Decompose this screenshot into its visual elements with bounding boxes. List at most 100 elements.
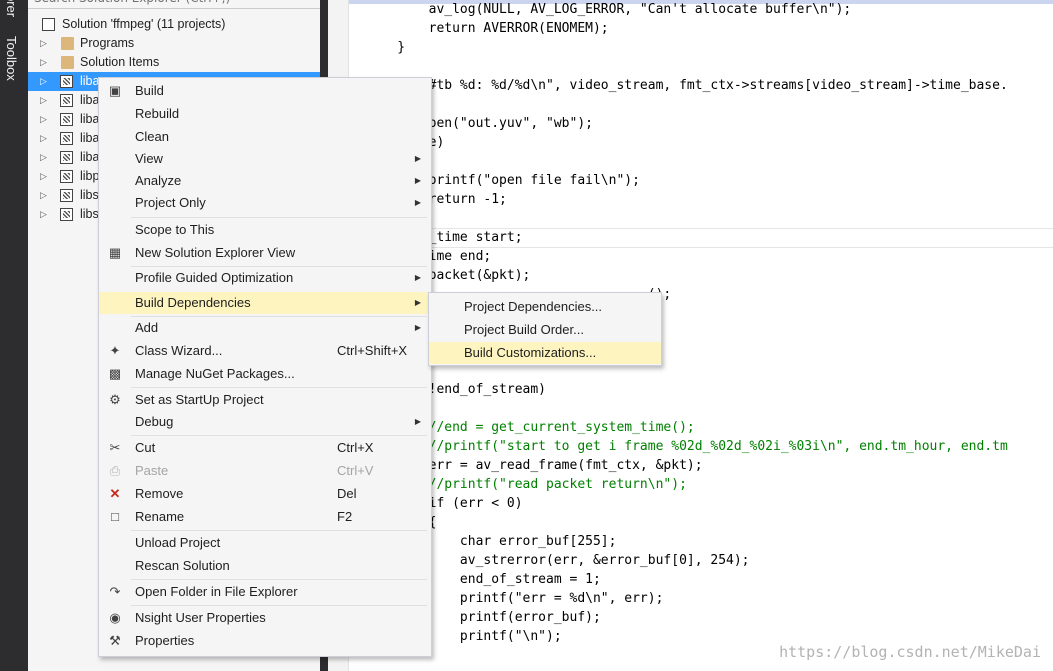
tree-item-label: libs	[80, 188, 99, 202]
menu-item-label: Rescan Solution	[135, 558, 230, 573]
code-line: return AVERROR(ENOMEM);	[366, 21, 609, 36]
project-icon	[60, 189, 73, 202]
submenu-arrow-icon: ▶	[414, 154, 421, 163]
tree-item-solution[interactable]: Solution 'ffmpeg' (11 projects)	[28, 15, 318, 34]
menu-item-label: Properties	[135, 633, 195, 648]
menu-item-set-as-startup-project[interactable]: ⚙ Set as StartUp Project	[99, 389, 431, 411]
menu-item-manage-nuget-packages[interactable]: ▩ Manage NuGet Packages...	[99, 363, 431, 385]
expand-arrow-icon[interactable]: ▷	[40, 91, 47, 110]
expand-arrow-icon[interactable]: ▷	[40, 72, 47, 91]
menu-item-label: Unload Project	[135, 535, 221, 550]
menu-item-rename[interactable]: □ Rename F2	[99, 506, 431, 528]
submenu-item-project-dependencies[interactable]: Project Dependencies...	[429, 296, 661, 318]
code-line: tf("#tb %d: %d/%d\n", video_stream, fmt_…	[366, 78, 1008, 93]
menu-item-rescan-solution[interactable]: Rescan Solution	[99, 555, 431, 577]
rename-icon: □	[111, 509, 119, 524]
tree-item-label: liba	[80, 93, 100, 107]
menu-item-analyze[interactable]: Analyze ▶	[99, 170, 431, 192]
left-tool-strip: orer Toolbox	[0, 0, 28, 671]
menu-item-label: Rename	[135, 509, 185, 524]
toolbox-tab[interactable]: Toolbox	[4, 36, 19, 81]
new-view-icon: ▦	[108, 245, 122, 260]
class-wizard-icon: ✦	[109, 343, 121, 358]
menu-separator	[131, 530, 427, 531]
menu-item-unload-project[interactable]: Unload Project	[99, 532, 431, 554]
expand-arrow-icon[interactable]: ▷	[40, 148, 47, 167]
expand-arrow-icon[interactable]: ▷	[40, 110, 47, 129]
menu-item-build[interactable]: ▣ Build	[99, 80, 431, 102]
menu-item-label: Build	[135, 83, 164, 98]
tree-item-label: liba	[80, 112, 100, 126]
menu-item-properties[interactable]: ⚒ Properties	[99, 630, 431, 652]
menu-item-shortcut: Ctrl+V	[337, 463, 374, 478]
menu-item-rebuild[interactable]: Rebuild	[99, 103, 431, 125]
menu-item-label: Project Only	[135, 195, 206, 210]
menu-item-debug[interactable]: Debug ▶	[99, 411, 431, 433]
build-icon: ▣	[108, 83, 122, 98]
menu-item-label: Analyze	[135, 173, 182, 188]
gear-icon: ⚙	[109, 392, 121, 407]
menu-item-label: Rebuild	[135, 106, 180, 121]
tree-item-programs[interactable]: ▷ Programs	[28, 34, 318, 53]
tree-item-label: liba	[80, 131, 100, 145]
menu-item-shortcut: F2	[337, 509, 353, 524]
project-icon	[60, 208, 73, 221]
menu-item-label: Set as StartUp Project	[135, 392, 264, 407]
menu-item-add[interactable]: Add ▶	[99, 317, 431, 339]
submenu-item-build-customizations[interactable]: Build Customizations...	[429, 342, 661, 364]
menu-item-paste: ⎙ Paste Ctrl+V	[99, 460, 431, 482]
menu-item-label: Add	[135, 320, 159, 335]
menu-item-remove[interactable]: ✕ Remove Del	[99, 483, 431, 505]
menu-item-open-folder-in-file-explorer[interactable]: ↷ Open Folder in File Explorer	[99, 581, 431, 603]
menu-item-shortcut: Del	[337, 486, 357, 501]
submenu-item-project-build-order[interactable]: Project Build Order...	[429, 319, 661, 341]
code-line: //printf("start to get i frame %02d_%02d…	[366, 439, 1008, 454]
project-icon	[60, 113, 73, 126]
menu-item-label: Project Build Order...	[464, 322, 584, 337]
menu-item-label: Debug	[135, 414, 174, 429]
menu-item-label: Build Customizations...	[464, 345, 597, 360]
menu-item-class-wizard[interactable]: ✦ Class Wizard... Ctrl+Shift+X	[99, 340, 431, 362]
tree-item-label: Programs	[80, 36, 135, 50]
tree-item-label: liba	[80, 150, 100, 164]
menu-item-label: Remove	[135, 486, 184, 501]
menu-item-build-dependencies[interactable]: Build Dependencies ▶	[99, 292, 431, 314]
expand-arrow-icon[interactable]: ▷	[40, 186, 47, 205]
menu-item-scope-to-this[interactable]: Scope to This	[99, 219, 431, 241]
menu-item-shortcut: Ctrl+Shift+X	[337, 343, 408, 358]
context-menu: ▣ Build Rebuild Clean View ▶ Analyze ▶ P…	[98, 77, 432, 657]
project-icon	[60, 132, 73, 145]
expand-arrow-icon[interactable]: ▷	[40, 53, 47, 72]
submenu-arrow-icon: ▶	[414, 273, 421, 282]
solution-explorer-tab[interactable]: orer	[4, 0, 19, 17]
expand-arrow-icon[interactable]: ▷	[40, 205, 47, 224]
menu-separator	[131, 387, 427, 388]
menu-separator	[131, 605, 427, 606]
solution-search-input[interactable]: Search Solution Explorer (Ctrl+;)	[28, 0, 324, 9]
expand-arrow-icon[interactable]: ▷	[40, 167, 47, 186]
menu-item-label: New Solution Explorer View	[135, 245, 296, 260]
tree-item-label: Solution Items	[80, 55, 160, 69]
submenu-arrow-icon: ▶	[414, 298, 421, 307]
project-icon	[60, 94, 73, 107]
menu-separator	[131, 579, 427, 580]
menu-item-label: Project Dependencies...	[464, 299, 603, 314]
menu-item-cut[interactable]: ✂ Cut Ctrl+X	[99, 437, 431, 459]
menu-item-project-only[interactable]: Project Only ▶	[99, 192, 431, 214]
nsight-icon: ◉	[109, 610, 121, 625]
menu-item-nsight-user-properties[interactable]: ◉ Nsight User Properties	[99, 607, 431, 629]
tree-item-label: Solution 'ffmpeg' (11 projects)	[62, 17, 226, 31]
expand-arrow-icon[interactable]: ▷	[40, 34, 47, 53]
menu-item-clean[interactable]: Clean	[99, 126, 431, 148]
menu-item-new-solution-explorer-view[interactable]: ▦ New Solution Explorer View	[99, 242, 431, 264]
nuget-icon: ▩	[108, 366, 122, 381]
remove-x-icon: ✕	[109, 486, 121, 501]
code-line: av_log(NULL, AV_LOG_ERROR, "Can't alloca…	[366, 2, 852, 17]
menu-item-profile-guided-optimization[interactable]: Profile Guided Optimization ▶	[99, 267, 431, 289]
menu-item-view[interactable]: View ▶	[99, 148, 431, 170]
submenu-arrow-icon: ▶	[414, 198, 421, 207]
menu-item-label: View	[135, 151, 163, 166]
expand-arrow-icon[interactable]: ▷	[40, 129, 47, 148]
menu-item-label: Manage NuGet Packages...	[135, 366, 295, 381]
tree-item-solution-items[interactable]: ▷ Solution Items	[28, 53, 318, 72]
